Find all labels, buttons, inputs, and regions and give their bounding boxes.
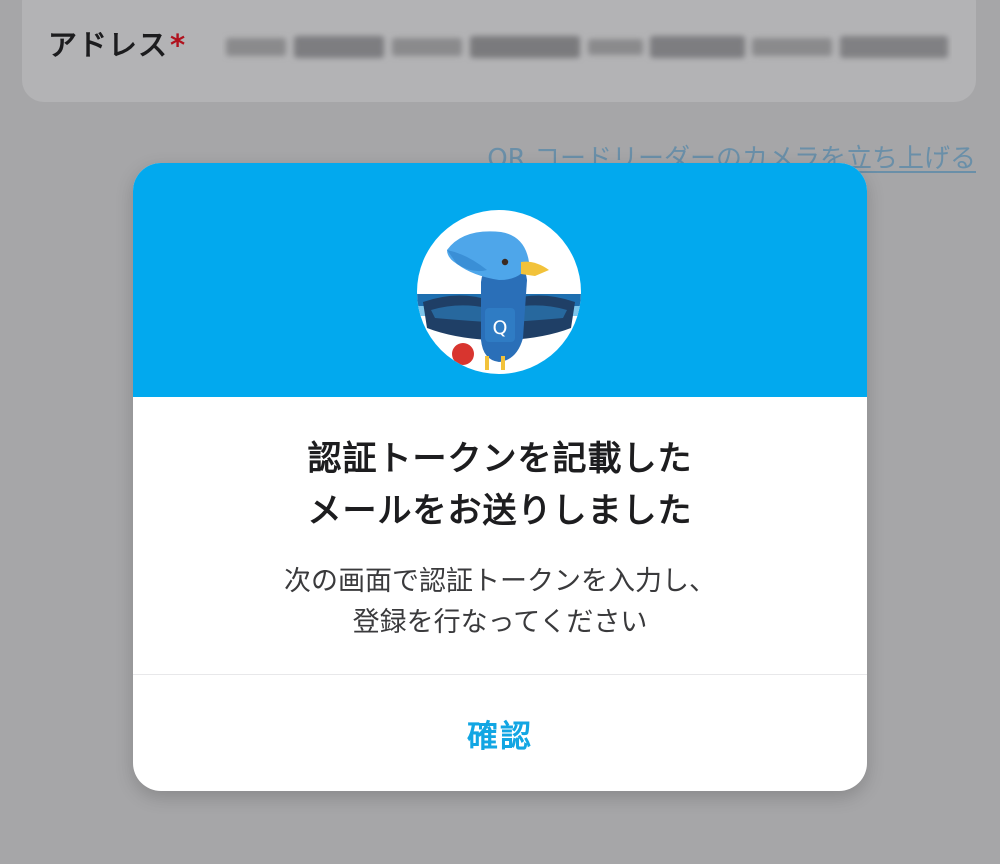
blurred-text-graphic xyxy=(222,30,952,64)
dialog-title-line-2: メールをお送りしました xyxy=(307,491,693,531)
dialog-header: Q xyxy=(133,163,867,397)
dialog-message-line-2: 登録を行なってください xyxy=(352,607,648,638)
required-mark: * xyxy=(170,28,187,62)
email-sent-dialog: Q 認証トークンを記載した メールをお送りしました 次の画面で認証トークンを入力… xyxy=(133,163,867,791)
dialog-title: 認証トークンを記載した メールをお送りしました xyxy=(133,433,867,537)
dialog-message: 次の画面で認証トークンを入力し、 登録を行なってください xyxy=(133,561,867,643)
address-label: アドレス* xyxy=(48,22,186,64)
address-label-text: アドレス xyxy=(48,28,169,62)
confirm-button[interactable]: 確認 xyxy=(133,675,867,791)
dialog-title-line-1: 認証トークンを記載した xyxy=(307,439,693,479)
dialog-message-line-1: 次の画面で認証トークンを入力し、 xyxy=(284,566,716,597)
address-value-blurred[interactable] xyxy=(222,30,952,64)
bird-logo-icon: Q xyxy=(417,210,581,374)
logo-letter: Q xyxy=(493,317,508,339)
